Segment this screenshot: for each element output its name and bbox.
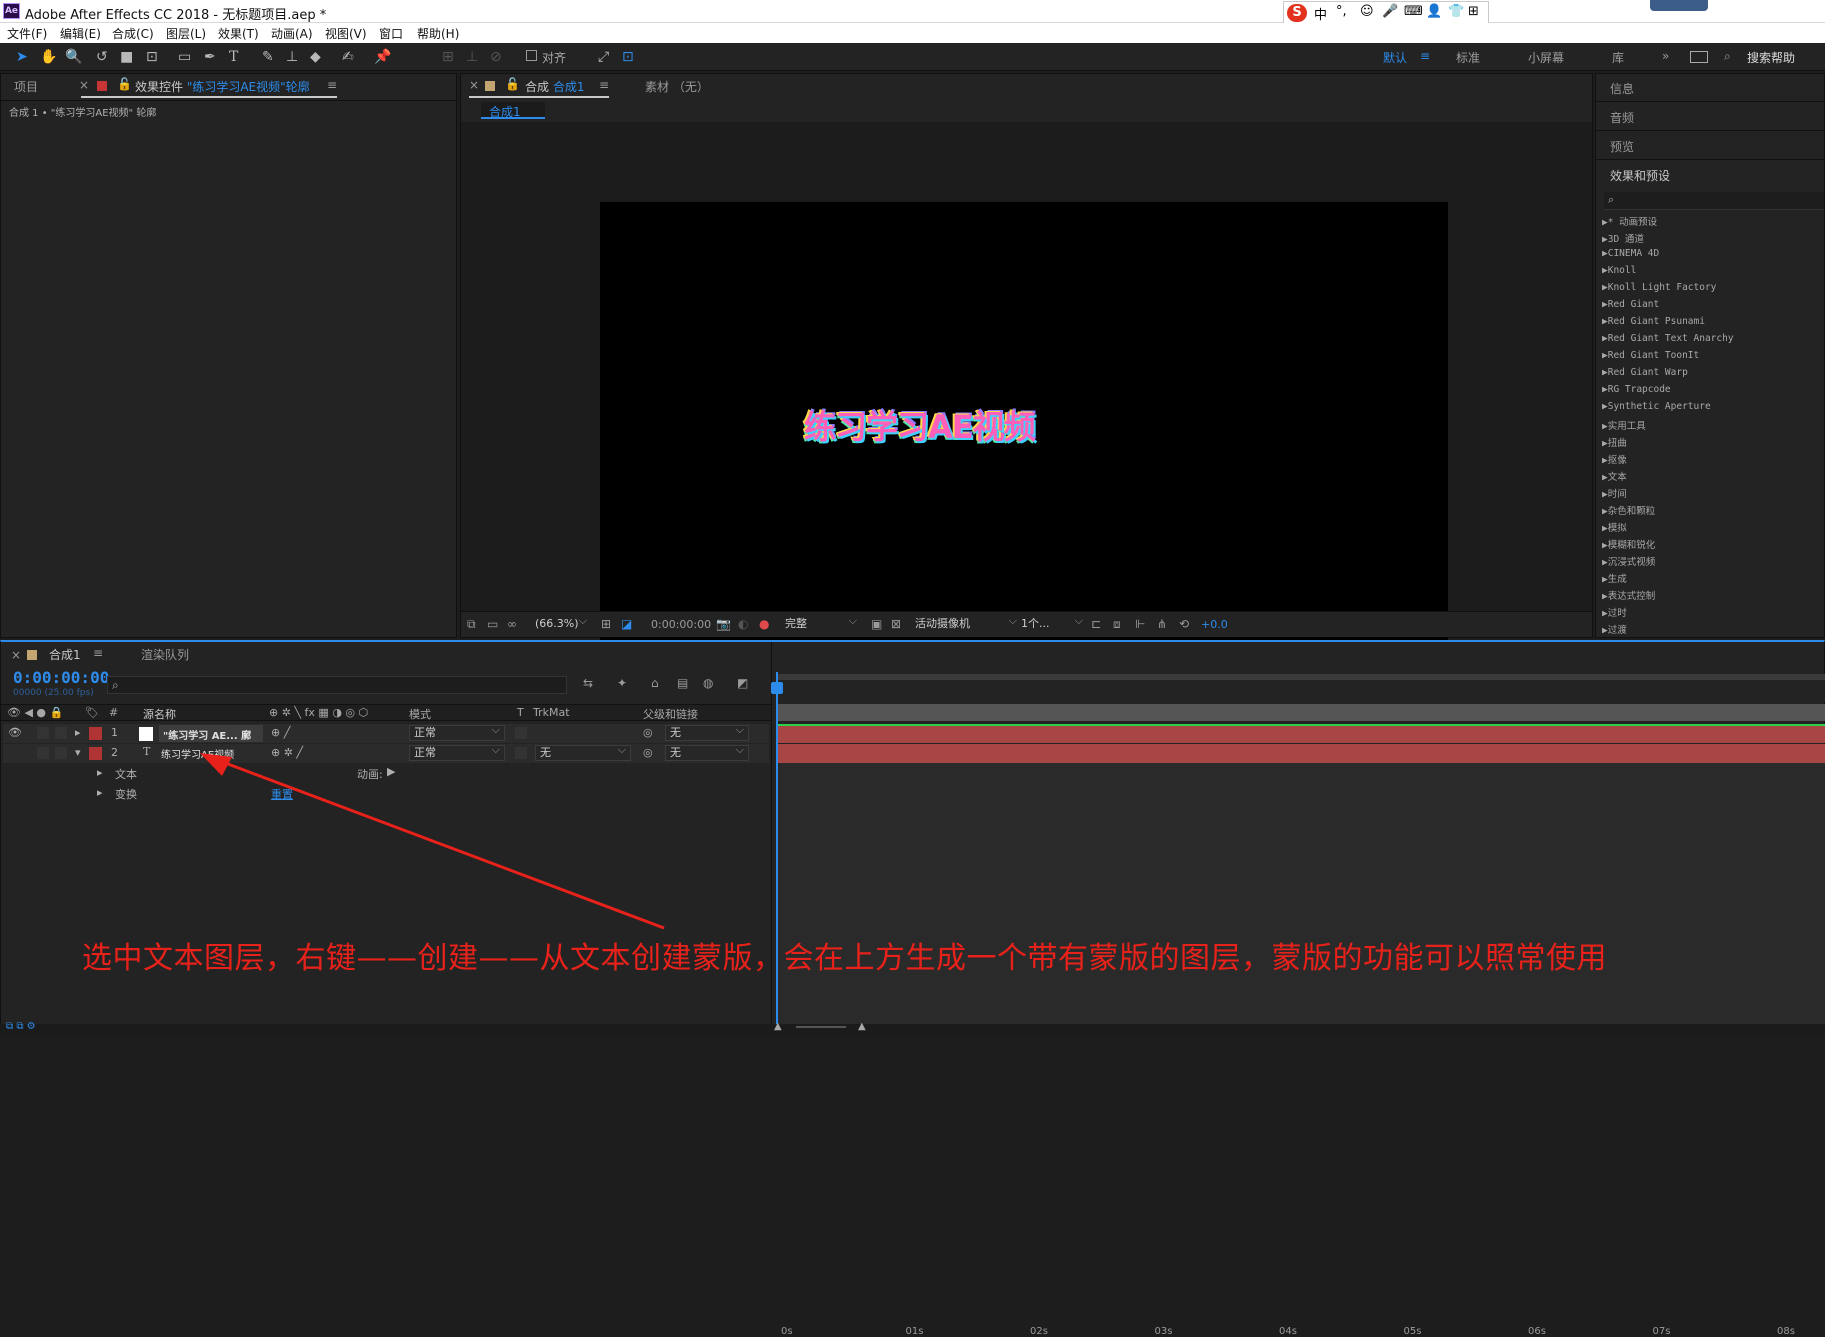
ruler-tick-label: 0s [781,1326,793,1337]
annotation-arrow [200,753,665,930]
ruler-tick-label: 06s [1528,1326,1546,1337]
ruler-tick-label: 03s [1154,1326,1173,1337]
ruler-tick-label: 05s [1403,1326,1422,1337]
ruler-tick-label: 02s [1030,1326,1048,1337]
annotation-text: 选中文本图层，右键——创建——从文本创建蒙版，会在上方生成一个带有蒙版的图层，蒙… [82,941,1607,976]
ruler-tick-label: 04s [1279,1326,1297,1337]
ruler-tick-label: 07s [1652,1326,1671,1337]
ruler-tick-label: 01s [905,1326,924,1337]
ruler-tick-label: 08s [1777,1326,1795,1337]
